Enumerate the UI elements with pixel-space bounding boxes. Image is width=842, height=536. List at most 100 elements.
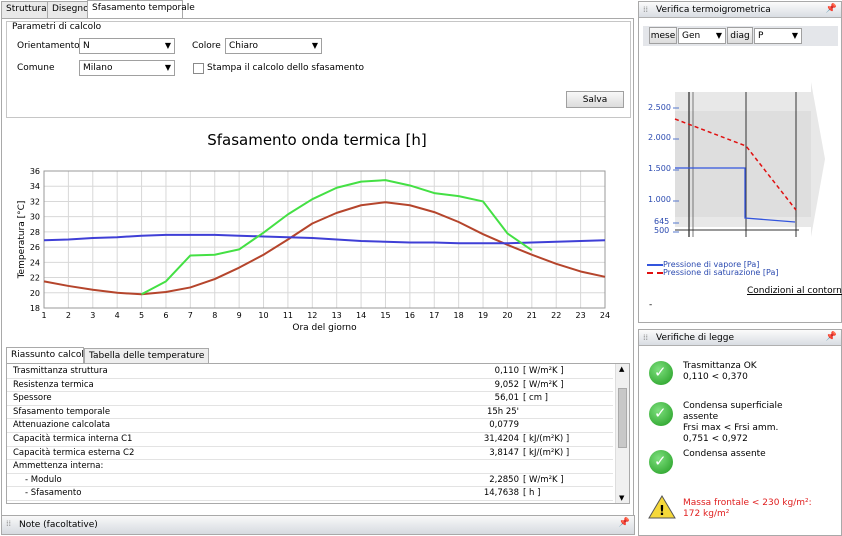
comune-label: Comune (17, 63, 55, 73)
mese-button[interactable]: mese (649, 27, 677, 44)
y-tick-label: 24 (30, 258, 40, 267)
row-name: Resistenza termica (13, 379, 94, 390)
tab-tabella-temperature[interactable]: Tabella delle temperature (84, 348, 210, 363)
orientamento-value: N (83, 41, 90, 51)
y-tick-2500: 2.500 (648, 103, 671, 112)
chevron-down-icon: ▼ (164, 41, 171, 50)
scroll-thumb[interactable] (618, 388, 627, 448)
verifica-title: Verifica termoigrometrica (656, 5, 771, 15)
x-tick-label: 19 (478, 311, 488, 320)
table-scrollbar[interactable]: ▲ ▼ (615, 364, 629, 503)
scroll-down-icon[interactable]: ▼ (619, 494, 624, 502)
grip-icon: ⁞⁞ (6, 519, 12, 528)
stampa-checkbox[interactable] (193, 63, 204, 74)
orientamento-label: Orientamento (17, 41, 80, 51)
row-unit: [ W/m²K ] (523, 366, 564, 376)
grip-icon: ⁞⁞ (643, 5, 649, 14)
x-axis-label: Ora del giorno (292, 323, 357, 333)
chevron-down-icon: ▼ (311, 41, 318, 50)
table-row: - Modulo 2,2850 [ W/m²K ] (7, 474, 613, 488)
y-tick-label: 26 (30, 243, 40, 252)
x-tick-label: 6 (163, 311, 168, 320)
tab-riassunto-calcolo[interactable]: Riassunto calcolo (6, 347, 89, 364)
verifica-panel-header: ⁞⁞ Verifica termoigrometrica 📌 (639, 2, 841, 18)
x-tick-label: 23 (576, 311, 586, 320)
x-tick-label: 1 (41, 311, 46, 320)
verifica-condensa: Condensa assente (683, 449, 766, 459)
stampa-label: Stampa il calcolo dello sfasamento (207, 63, 364, 73)
notes-bar[interactable]: ⁞⁞ Note (facoltative) 📌 (1, 515, 635, 535)
scroll-up-icon[interactable]: ▲ (619, 365, 624, 373)
colore-select[interactable]: Chiaro ▼ (225, 38, 322, 54)
x-tick-label: 12 (307, 311, 317, 320)
parametri-group-title: Parametri di calcolo (10, 22, 104, 32)
row-unit: [ W/m²K ] (523, 474, 564, 485)
row-value: 2,2850 (489, 474, 519, 485)
y-axis-label: Temperatura [°C] (17, 201, 27, 280)
row-name: Sfasamento temporale (13, 406, 111, 417)
x-tick-label: 2 (66, 311, 71, 320)
x-tick-label: 15 (380, 311, 390, 320)
verifica-trasmittanza: Trasmittanza OK 0,110 < 0,370 (683, 361, 757, 382)
table-row: Attenuazione calcolata 0,0779 (7, 419, 613, 433)
condizioni-link[interactable]: Condizioni al contorno (747, 286, 842, 296)
row-name: Spessore (13, 393, 52, 404)
mese-select[interactable]: Gen ▼ (678, 28, 726, 44)
row-name: Trasmittanza struttura (13, 366, 108, 376)
x-tick-label: 5 (139, 311, 144, 320)
legend-saturazione: Pressione di saturazione [Pa] (647, 268, 778, 277)
y-tick-label: 32 (30, 197, 40, 206)
x-tick-label: 8 (212, 311, 217, 320)
x-tick-label: 16 (405, 311, 415, 320)
verifica-panel: ⁞⁞ Verifica termoigrometrica 📌 mese Gen ▼… (638, 1, 842, 323)
row-value: 9,052 (494, 379, 519, 390)
comune-select[interactable]: Milano ▼ (79, 60, 175, 76)
diag-button[interactable]: diag (727, 27, 753, 44)
row-value: 31,4204 (483, 434, 519, 444)
ok-check-icon: ✓ (649, 450, 673, 474)
row-name: - Sfasamento (25, 488, 82, 499)
y-tick-1500: 1.500 (648, 164, 671, 173)
row-name: Capacità termica esterna C2 (13, 447, 135, 458)
x-tick-label: 22 (551, 311, 561, 320)
pin-icon[interactable]: 📌 (826, 332, 837, 342)
table-row: Trasmittanza struttura 0,110 [ W/m²K ] (7, 365, 613, 379)
chart-title: Sfasamento onda termica [h] (207, 131, 427, 149)
x-tick-label: 9 (237, 311, 242, 320)
row-value: 0,110 (494, 366, 519, 376)
diag-select[interactable]: P ▼ (754, 28, 802, 44)
table-row: Ammettenza interna: (7, 460, 613, 474)
chevron-down-icon: ▼ (164, 63, 171, 72)
x-tick-label: 17 (429, 311, 439, 320)
x-tick-label: 21 (527, 311, 537, 320)
row-name: Capacità termica interna C1 (13, 434, 133, 444)
dash-text: - (649, 300, 653, 310)
table-row: Spessore 56,01 [ cm ] (7, 392, 613, 406)
x-tick-label: 7 (188, 311, 193, 320)
pin-icon[interactable]: 📌 (826, 4, 837, 14)
tab-sfasamento-temporale[interactable]: Sfasamento temporale (87, 0, 195, 19)
row-value: 15h 25' (486, 406, 519, 417)
ok-check-icon: ✓ (649, 402, 673, 426)
table-row: Resistenza termica 9,052 [ W/m²K ] (7, 379, 613, 393)
y-tick-500: 500 (654, 226, 670, 235)
x-tick-label: 4 (115, 311, 120, 320)
verifica-condensa-superficiale: Condensa superficiale assente Frsi max < F… (683, 401, 783, 444)
tab-struttura[interactable]: Struttura (1, 1, 52, 18)
verifiche-legge-header: ⁞⁞ Verifiche di legge 📌 (639, 330, 841, 346)
warning-icon: ! (648, 495, 676, 519)
row-value: 14,7638 (483, 488, 519, 499)
row-value: 3,8147 (489, 447, 519, 458)
table-row: Capacità termica interna C1 31,4204 [ kJ/(… (7, 433, 613, 447)
verifica-massa-frontale: Massa frontale < 230 kg/m²: 172 kg/m² (683, 498, 812, 519)
row-value: 0,0779 (489, 420, 519, 431)
chevron-down-icon: ▼ (715, 31, 722, 40)
y-tick-645: 645 (654, 217, 670, 226)
ok-check-icon: ✓ (649, 361, 673, 385)
pin-icon[interactable]: 📌 (619, 518, 630, 528)
save-button[interactable]: Salva (566, 91, 624, 108)
row-name: - Modulo (25, 474, 62, 485)
x-tick-label: 3 (90, 311, 95, 320)
orientamento-select[interactable]: N ▼ (79, 38, 175, 54)
temperature-chart: 182022242628303234361 2 3 4 5 6 7 8 9 10 11 12 13 14 1… (17, 167, 610, 333)
